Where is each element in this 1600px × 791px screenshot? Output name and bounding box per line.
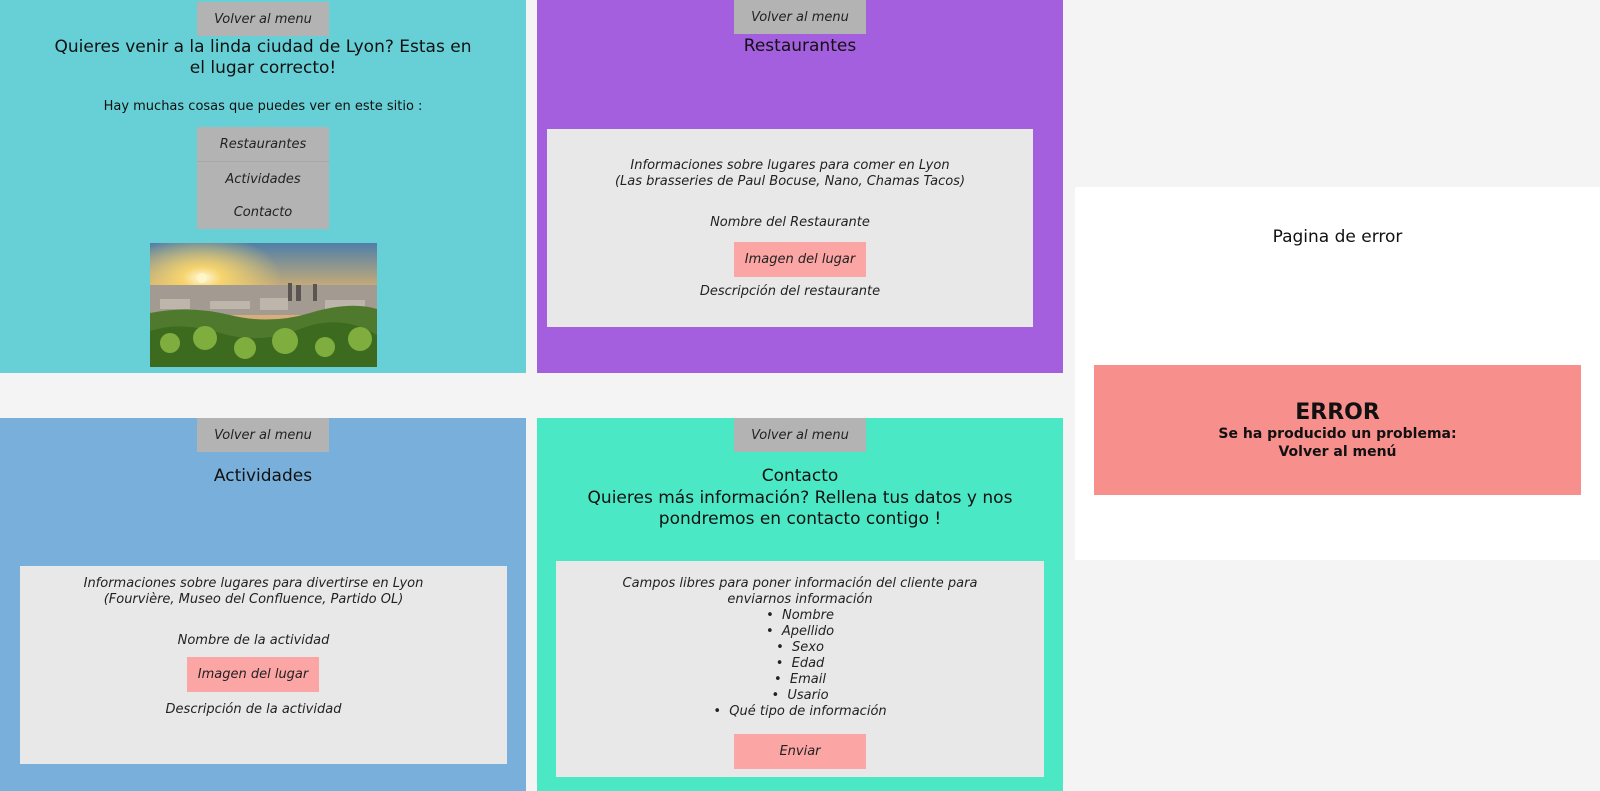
field-nombre[interactable]: Nombre [556, 608, 1044, 624]
activities-info-line2: (Fourvière, Museo del Confluence, Partid… [103, 592, 404, 607]
home-title: Quieres venir a la linda ciudad de Lyon?… [54, 37, 472, 78]
error-message: Se ha producido un problema: Volver al m… [1218, 426, 1457, 460]
restaurant-name-label: Nombre del Restaurante [710, 215, 870, 230]
field-email[interactable]: Email [556, 672, 1044, 688]
menu-item-actividades[interactable]: Actividades [197, 162, 329, 196]
lyon-photo [150, 243, 377, 367]
restaurants-info-panel: Informaciones sobre lugares para comer e… [547, 129, 1033, 327]
restaurants-frame: Volver al menu Restaurantes Informacione… [537, 0, 1063, 373]
home-frame: Volver al menu Quieres venir a la linda … [0, 0, 526, 373]
field-tipo-informacion[interactable]: Qué tipo de información [556, 704, 1044, 720]
contact-subtitle: Quieres más información? Rellena tus dat… [587, 488, 1013, 529]
error-frame: Pagina de error ERROR Se ha producido un… [1075, 187, 1600, 560]
field-edad[interactable]: Edad [556, 656, 1044, 672]
back-to-menu-button[interactable]: Volver al menu [734, 0, 866, 34]
contact-fields-list: Nombre Apellido Sexo Edad Email Usario Q… [556, 608, 1044, 720]
activities-info-panel: Informaciones sobre lugares para diverti… [20, 566, 507, 764]
restaurants-info-line2: (Las brasseries de Paul Bocuse, Nano, Ch… [614, 174, 966, 189]
error-page-title: Pagina de error [1272, 227, 1403, 247]
back-to-menu-button[interactable]: Volver al menu [197, 2, 329, 36]
back-to-menu-button[interactable]: Volver al menu [734, 418, 866, 452]
back-to-menu-button[interactable]: Volver al menu [197, 418, 329, 452]
field-sexo[interactable]: Sexo [556, 640, 1044, 656]
restaurants-info-line1: Informaciones sobre lugares para comer e… [630, 158, 950, 173]
contact-title: Contacto [761, 466, 839, 486]
activity-name-label: Nombre de la actividad [177, 633, 330, 648]
submit-button[interactable]: Enviar [734, 734, 866, 769]
activities-title: Actividades [213, 466, 313, 486]
contact-frame: Volver al menu Contacto Quieres más info… [537, 418, 1063, 791]
menu-item-contacto[interactable]: Contacto [197, 196, 329, 229]
field-usario[interactable]: Usario [556, 688, 1044, 704]
error-heading: ERROR [1295, 400, 1380, 425]
activity-description-label: Descripción de la actividad [165, 702, 342, 717]
restaurants-title: Restaurantes [743, 36, 857, 56]
contact-form-panel: Campos libres para poner información del… [556, 561, 1044, 777]
contact-info-text: Campos libres para poner información del… [622, 576, 978, 607]
home-subtitle: Hay muchas cosas que puedes ver en este … [103, 99, 423, 114]
place-image-placeholder: Imagen del lugar [187, 657, 319, 692]
menu-item-restaurantes[interactable]: Restaurantes [197, 127, 329, 162]
home-menu: Restaurantes Actividades Contacto [197, 127, 329, 229]
lyon-sunset-icon [150, 243, 377, 367]
place-image-placeholder: Imagen del lugar [734, 242, 866, 277]
activities-info-line1: Informaciones sobre lugares para diverti… [83, 576, 424, 591]
restaurant-description-label: Descripción del restaurante [699, 284, 881, 299]
activities-frame: Volver al menu Actividades Informaciones… [0, 418, 526, 791]
error-banner[interactable]: ERROR Se ha producido un problema: Volve… [1094, 365, 1581, 495]
field-apellido[interactable]: Apellido [556, 624, 1044, 640]
